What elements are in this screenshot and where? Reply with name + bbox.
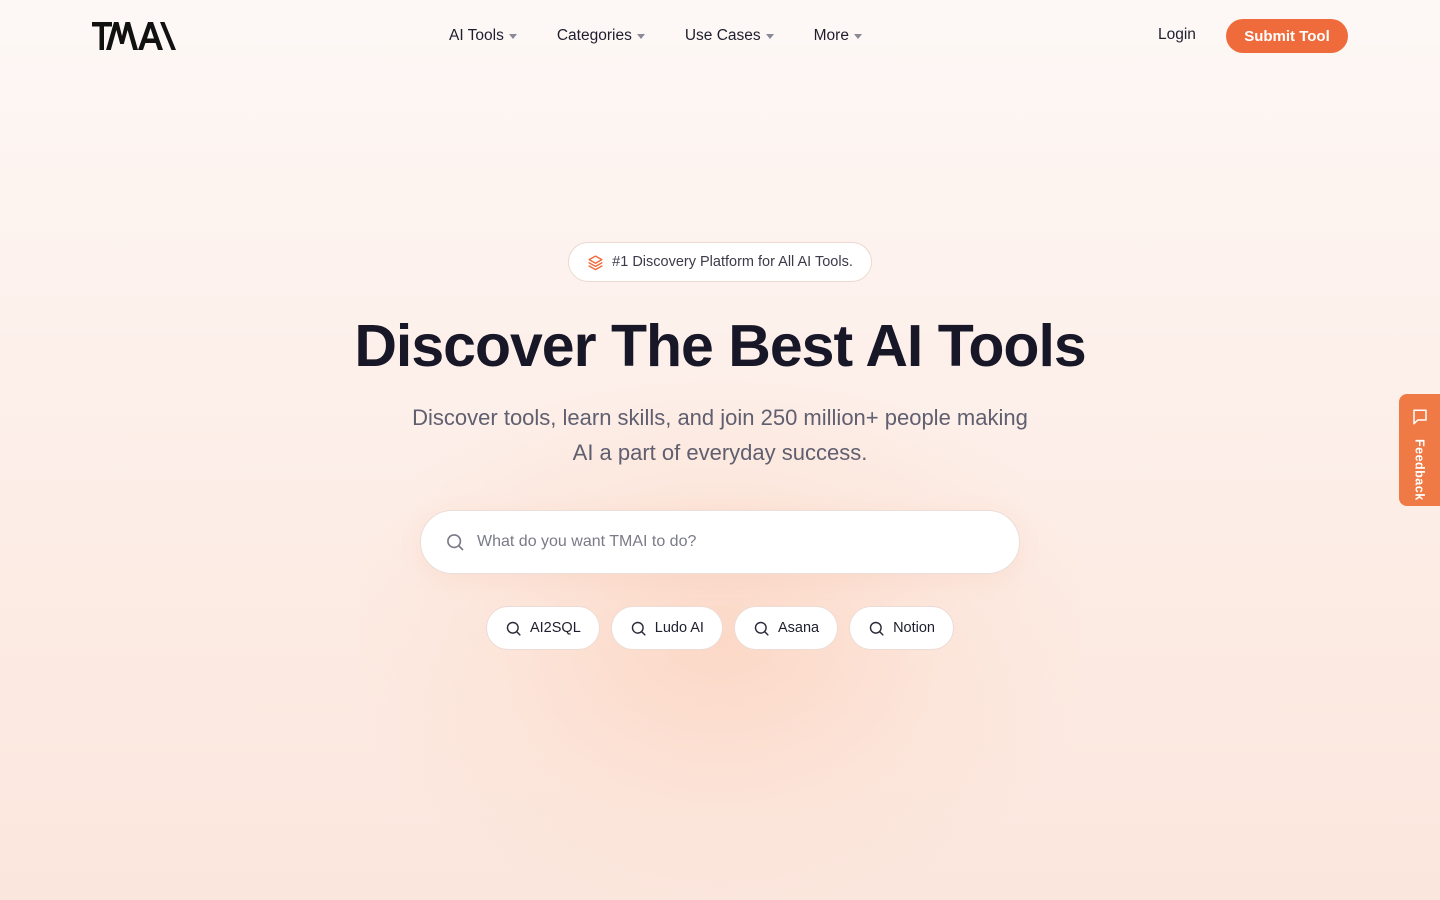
nav-item-label: Categories: [556, 27, 632, 44]
search-icon: [754, 621, 769, 636]
chip-label: Asana: [777, 620, 820, 636]
search-input[interactable]: [477, 522, 977, 562]
chevron-down-icon: [508, 34, 517, 39]
nav-item-label: AI Tools: [449, 27, 504, 44]
nav-item-more[interactable]: More: [814, 27, 862, 45]
nav-item-categories[interactable]: Categories: [557, 27, 645, 45]
hero-subtitle: Discover tools, learn skills, and join 2…: [390, 400, 1050, 470]
chat-bubble-icon: [1411, 408, 1429, 431]
main-nav: AI Tools Categories Use Cases More: [449, 22, 862, 50]
page-title: Discover The Best AI Tools: [354, 313, 1086, 379]
suggestion-chip-ai2sql[interactable]: AI2SQL: [485, 606, 600, 650]
login-link[interactable]: Login: [1158, 26, 1196, 44]
hero-subtitle-line: AI a part of everyday success.: [572, 440, 868, 465]
nav-item-label: Use Cases: [684, 27, 761, 44]
hero-subtitle-line: Discover tools, learn skills, and join 2…: [412, 405, 1028, 430]
nav-item-use-cases[interactable]: Use Cases: [685, 27, 774, 45]
chip-label: AI2SQL: [529, 620, 581, 636]
feedback-tab[interactable]: Feedback: [1399, 394, 1440, 506]
nav-item-ai-tools[interactable]: AI Tools: [449, 27, 517, 45]
nav-item-label: More: [813, 27, 849, 44]
submit-tool-button[interactable]: Submit Tool: [1226, 19, 1348, 53]
search-icon: [506, 621, 521, 636]
search-icon: [631, 621, 646, 636]
feedback-label: Feedback: [1412, 439, 1427, 501]
site-header: AI Tools Categories Use Cases More Login…: [0, 0, 1440, 72]
tmai-logo-icon: [92, 22, 176, 50]
badge-text: #1 Discovery Platform for All AI Tools.: [612, 254, 853, 270]
chevron-down-icon: [853, 34, 862, 39]
search-box[interactable]: [420, 510, 1020, 574]
search-icon: [869, 621, 884, 636]
search-icon: [445, 532, 465, 552]
suggestion-chip-notion[interactable]: Notion: [849, 606, 954, 650]
chip-label: Notion: [893, 620, 935, 636]
layers-icon: [587, 254, 604, 271]
suggestion-chip-asana[interactable]: Asana: [733, 606, 839, 650]
chevron-down-icon: [765, 34, 774, 39]
platform-badge: #1 Discovery Platform for All AI Tools.: [568, 242, 872, 282]
chevron-down-icon: [636, 34, 645, 39]
site-logo[interactable]: [92, 20, 178, 52]
suggestion-chip-ludo-ai[interactable]: Ludo AI: [610, 606, 723, 650]
suggestion-chips: AI2SQL Ludo AI Asana Notion: [0, 606, 1440, 650]
chip-label: Ludo AI: [654, 620, 704, 636]
